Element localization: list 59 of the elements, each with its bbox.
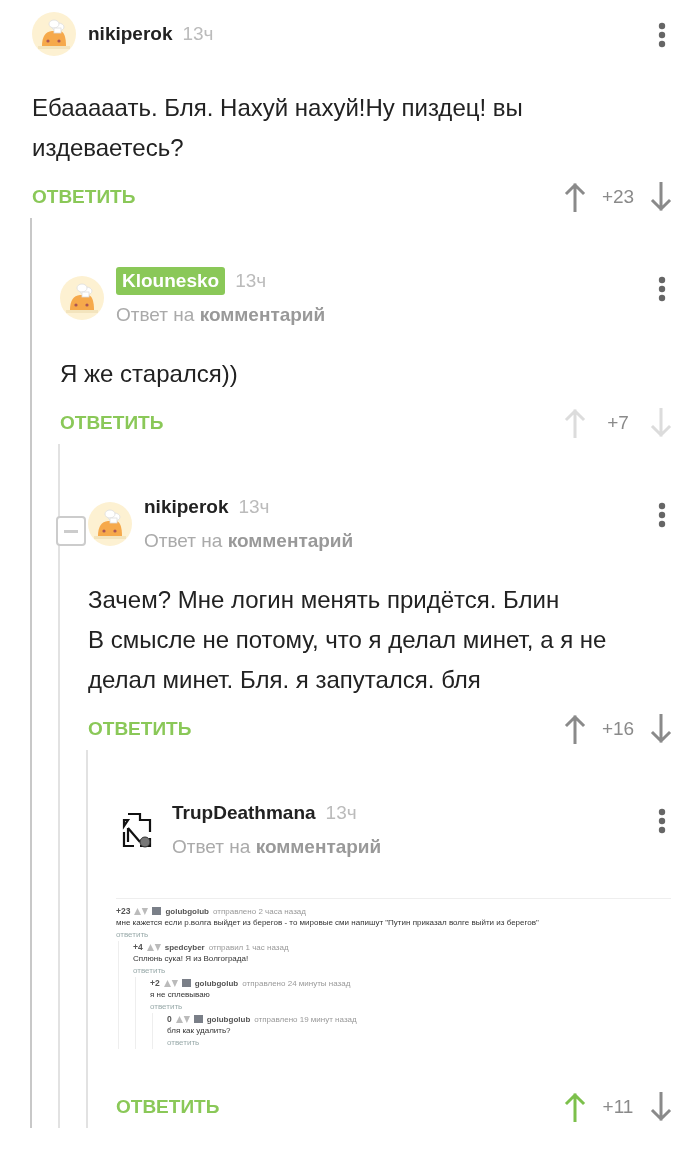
- comment-link[interactable]: комментарий: [199, 304, 326, 325]
- reply-link[interactable]: ответить: [116, 929, 671, 941]
- comment-time: 13ч: [235, 270, 267, 292]
- vote-arrows-icon: [163, 979, 178, 987]
- downvote-icon[interactable]: [650, 182, 672, 212]
- more-options-icon[interactable]: [658, 502, 666, 528]
- post-time: отправил 1 час назад: [208, 942, 289, 952]
- comment-text: мне кажется если р.волга выйдет из берегов - то мировые сми напишут "Путин приказал волге выйти из берегов": [116, 917, 540, 929]
- comment-time: 13ч: [238, 496, 270, 518]
- author-badge[interactable]: Klounesko: [116, 267, 226, 295]
- more-options-icon[interactable]: [658, 22, 666, 48]
- reply-button[interactable]: ОТВЕТИТЬ: [32, 186, 136, 208]
- score: 0: [167, 1014, 172, 1024]
- comment-text: Зачем? Мне логин менять придётся. Блин В смысле не потому, что я делал минет, а я не делал минет. Бля. я запутался. бля: [88, 585, 608, 695]
- vote-arrows-icon: [134, 907, 149, 915]
- more-options-icon[interactable]: [658, 808, 666, 834]
- upvote-icon[interactable]: [564, 714, 586, 744]
- downvote-icon[interactable]: [650, 714, 672, 744]
- comment-text: Ебааааать. Бля. Нахуй нахуй!Ну пиздец! вы издеваетесь?: [32, 93, 524, 163]
- reply-button[interactable]: ОТВЕТИТЬ: [60, 412, 164, 434]
- reply-button[interactable]: ОТВЕТИТЬ: [116, 1096, 220, 1118]
- post-time: отправлено 24 минуты назад: [242, 978, 351, 988]
- vote-arrows-icon: [175, 1015, 190, 1023]
- username: golubgolub: [206, 1014, 251, 1024]
- comment-link[interactable]: комментарий: [227, 530, 354, 551]
- author-name[interactable]: nikiperok: [144, 496, 229, 518]
- post-time: отправлено 2 часа назад: [212, 906, 306, 916]
- username: spedcyber: [164, 942, 205, 952]
- comment-text: бля как удалить?: [167, 1025, 232, 1037]
- rating: +16: [600, 718, 636, 740]
- upvote-icon[interactable]: [564, 1092, 586, 1122]
- comment-text: Я же старался)): [60, 359, 239, 389]
- more-options-icon[interactable]: [658, 276, 666, 302]
- comment-time: 13ч: [182, 23, 214, 45]
- downvote-icon[interactable]: [650, 1092, 672, 1122]
- score: +2: [150, 978, 160, 988]
- score: +4: [133, 942, 143, 952]
- reply-to-text: Ответ на комментарий: [116, 304, 327, 326]
- author-name[interactable]: TrupDeathmana: [172, 802, 316, 824]
- rating: +7: [606, 412, 630, 434]
- comment-text: Сплюнь сука! Я из Волгограда!: [133, 953, 250, 965]
- reply-to-text: Ответ на комментарий: [172, 836, 383, 858]
- rating: +23: [600, 186, 636, 208]
- reply-button[interactable]: ОТВЕТИТЬ: [88, 718, 192, 740]
- username: golubgolub: [165, 906, 209, 916]
- reply-link[interactable]: ответить: [167, 1037, 671, 1049]
- comment-link[interactable]: комментарий: [255, 836, 382, 857]
- rating: +11: [601, 1096, 635, 1118]
- username: golubgolub: [194, 978, 239, 988]
- reply-to-text: Ответ на комментарий: [144, 530, 355, 552]
- reply-link[interactable]: ответить: [150, 1001, 671, 1013]
- comment-text: я не сплевываю: [150, 989, 211, 1001]
- comment-time: 13ч: [325, 802, 357, 824]
- upvote-icon[interactable]: [564, 182, 586, 212]
- vote-arrows-icon: [146, 943, 161, 951]
- reply-link[interactable]: ответить: [133, 965, 671, 977]
- post-time: отправлено 19 минут назад: [254, 1014, 357, 1024]
- author-name[interactable]: nikiperok: [88, 23, 173, 45]
- score: +23: [116, 906, 131, 916]
